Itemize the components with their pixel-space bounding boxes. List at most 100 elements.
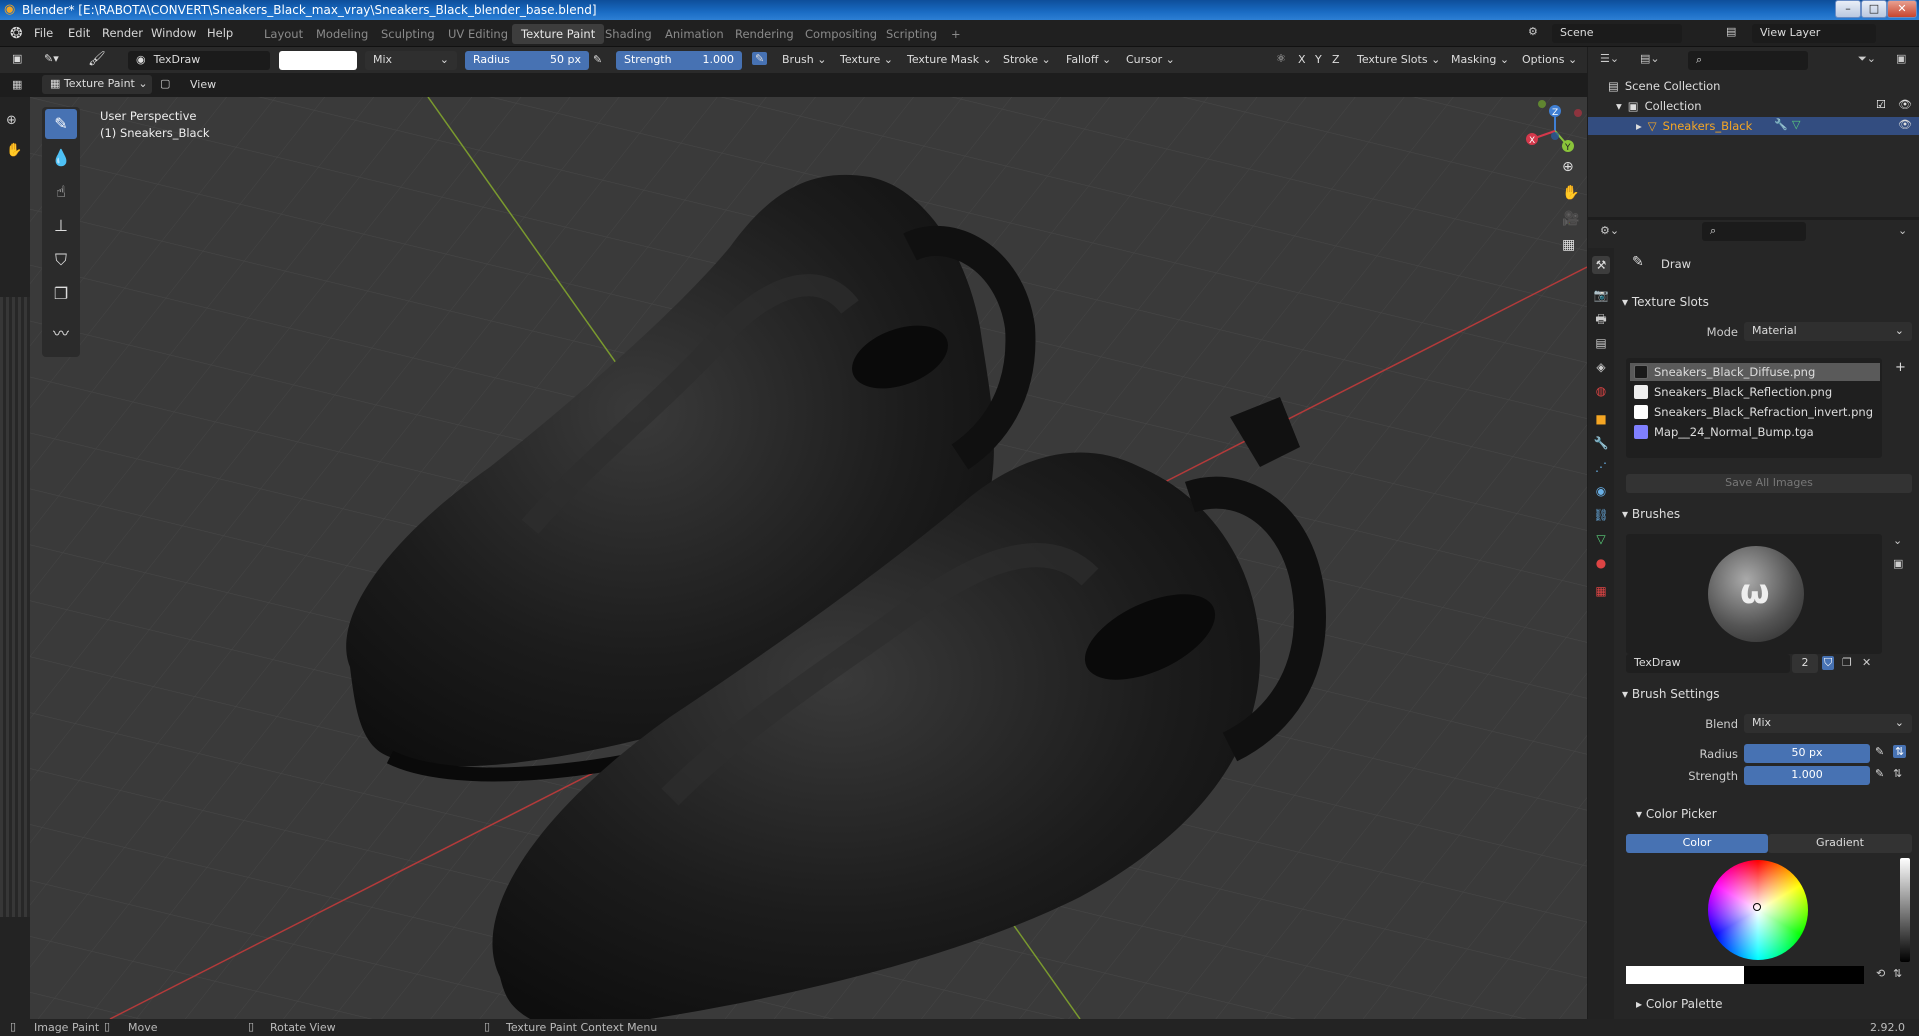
strength-slider[interactable]: Strength 1.000 (616, 51, 742, 70)
add-workspace-button[interactable]: + (942, 24, 970, 44)
brush-datablock-name[interactable]: TexDraw (1626, 654, 1790, 673)
zoom-icon[interactable]: ⊕ (6, 113, 17, 128)
tab-uv-editing[interactable]: UV Editing (439, 24, 517, 44)
mask-tool[interactable]: ❐ (45, 279, 77, 309)
mirror-x-toggle[interactable]: X (1298, 53, 1306, 66)
scene-tab-icon[interactable]: ◈ (1592, 358, 1610, 376)
secondary-color-swatch[interactable] (1744, 966, 1864, 984)
mirror-y-toggle[interactable]: Y (1315, 53, 1322, 66)
view-layer-icon[interactable]: ▤ (1726, 25, 1736, 38)
menu-help[interactable]: Help (207, 26, 233, 40)
blender-menu-icon[interactable]: ❂ (10, 24, 23, 42)
color-tab[interactable]: Color (1626, 834, 1768, 853)
filter-icon[interactable]: ⏷⌄ (1858, 52, 1876, 66)
tab-compositing[interactable]: Compositing (796, 24, 886, 44)
navigation-gizmo[interactable]: Z Y X (1510, 99, 1587, 169)
cursor-menu[interactable]: Cursor ⌄ (1126, 53, 1175, 66)
symmetry-icon[interactable]: ⚛ (1276, 52, 1286, 65)
color-palette-panel-header[interactable]: ▸ Color Palette (1636, 997, 1723, 1011)
pan-hand-icon[interactable]: ✋ (6, 143, 22, 158)
tab-sculpting[interactable]: Sculpting (372, 24, 444, 44)
output-tab-icon[interactable]: 🖶 (1592, 310, 1610, 328)
collection-visibility-icon[interactable]: 👁 (1898, 98, 1912, 111)
texture-slot-item[interactable]: Sneakers_Black_Refraction_invert.png (1630, 403, 1880, 421)
view-menu[interactable]: View (190, 78, 216, 91)
blend-dropdown[interactable]: Mix ⌄ (1744, 714, 1912, 733)
collapse-arrow-icon[interactable]: ▾ (1616, 99, 1622, 113)
color-wheel-cursor[interactable] (1753, 903, 1761, 911)
radius-field[interactable]: 50 px (1744, 744, 1870, 763)
strength-field[interactable]: 1.000 (1744, 766, 1870, 785)
object-tab-icon[interactable]: ■ (1592, 410, 1610, 428)
radius-pressure-toggle-icon[interactable]: ✎ (1875, 745, 1884, 758)
viewport-scene[interactable] (30, 97, 1587, 1019)
constraints-tab-icon[interactable]: ⛓ (1592, 506, 1610, 524)
brush-list-toggle-icon[interactable]: ⌄ (1893, 534, 1902, 547)
editor-type-icon[interactable]: ▣ (12, 52, 22, 65)
properties-editor-icon[interactable]: ⚙⌄ (1600, 224, 1619, 237)
render-tab-icon[interactable]: 📷 (1592, 286, 1610, 304)
masking-menu[interactable]: Masking ⌄ (1451, 53, 1509, 66)
texture-menu[interactable]: Texture ⌄ (840, 53, 893, 66)
save-all-images-button[interactable]: Save All Images (1626, 474, 1912, 493)
maximize-button[interactable]: □ (1861, 0, 1887, 18)
tool-settings-icon[interactable]: ✎▾ (44, 52, 59, 65)
soften-tool[interactable]: 💧 (45, 143, 77, 173)
texture-slot-item[interactable]: Map__24_Normal_Bump.tga (1630, 423, 1880, 441)
texture-mask-menu[interactable]: Texture Mask ⌄ (907, 53, 992, 66)
brush-image-icon[interactable]: ▣ (1893, 557, 1903, 570)
tab-animation[interactable]: Animation (656, 24, 733, 44)
outliner-editor-icon[interactable]: ☰⌄ (1600, 52, 1619, 65)
radius-slider[interactable]: Radius 50 px (465, 51, 589, 70)
zoom-view-icon[interactable]: ⊕ (1562, 159, 1574, 175)
data-tab-icon[interactable]: ▽ (1592, 530, 1610, 548)
brush-settings-panel-header[interactable]: ▾ Brush Settings (1622, 687, 1720, 701)
material-tab-icon[interactable]: ● (1592, 554, 1610, 572)
brush-name-field[interactable]: ◉ TexDraw (128, 51, 270, 70)
collection-exclude-checkbox[interactable]: ☑ (1876, 98, 1886, 111)
scene-selector[interactable]: Scene (1552, 24, 1682, 43)
smear-tool[interactable]: ☝ (45, 177, 77, 207)
duplicate-brush-icon[interactable]: ❐ (1842, 656, 1852, 669)
texture-slots-menu[interactable]: Texture Slots ⌄ (1357, 53, 1440, 66)
tab-rendering[interactable]: Rendering (726, 24, 803, 44)
menu-render[interactable]: Render (102, 26, 143, 40)
strength-pressure-icon[interactable]: ✎ (752, 52, 768, 65)
modifier-tab-icon[interactable]: 🔧 (1592, 434, 1610, 452)
color-swatch[interactable] (279, 51, 357, 70)
menu-file[interactable]: File (34, 26, 53, 40)
radius-pressure-icon[interactable]: ✎ (593, 53, 602, 66)
properties-options-icon[interactable]: ⌄ (1898, 224, 1907, 237)
object-visibility-icon[interactable]: 👁 (1898, 118, 1912, 131)
add-slot-icon[interactable]: + (1895, 360, 1906, 375)
tab-modeling[interactable]: Modeling (307, 24, 377, 44)
world-tab-icon[interactable]: ◍ (1592, 382, 1610, 400)
expand-arrow-icon[interactable]: ▸ (1636, 119, 1642, 133)
tab-layout[interactable]: Layout (255, 24, 312, 44)
mirror-z-toggle[interactable]: Z (1332, 53, 1340, 66)
draw-tool[interactable]: ✎ (45, 109, 77, 139)
outliner-search-input[interactable]: ⌕ (1688, 51, 1808, 70)
primary-color-swatch[interactable] (1626, 966, 1744, 984)
unlink-brush-icon[interactable]: ✕ (1862, 656, 1871, 669)
mask-toggle-icon[interactable]: ▢ (160, 77, 170, 90)
new-collection-icon[interactable]: ▣ (1896, 52, 1906, 65)
fake-user-shield-icon[interactable]: ⛉ (1822, 656, 1835, 670)
clone-tool[interactable]: ⊥ (45, 211, 77, 241)
texture-slot-item[interactable]: Sneakers_Black_Reflection.png (1630, 383, 1880, 401)
scene-icon[interactable]: ⚙ (1528, 25, 1538, 38)
color-pressure-icon[interactable]: ⇅ (1893, 967, 1902, 980)
tool-tab-icon[interactable]: ⚒ (1592, 256, 1610, 274)
strength-pressure-toggle-icon[interactable]: ✎ (1875, 767, 1884, 780)
physics-tab-icon[interactable]: ◉ (1592, 482, 1610, 500)
ortho-toggle-icon[interactable]: ▦ (1562, 237, 1575, 253)
view-layer-selector[interactable]: View Layer (1752, 24, 1876, 43)
collection-row[interactable]: ▾ ▣ Collection (1616, 97, 1702, 115)
camera-view-icon[interactable]: 🎥 (1562, 211, 1579, 227)
tab-texture-paint[interactable]: Texture Paint (512, 24, 605, 44)
annotate-tool[interactable]: 〰 (45, 319, 77, 349)
swap-colors-icon[interactable]: ⟲ (1876, 967, 1885, 980)
slot-mode-dropdown[interactable]: Material ⌄ (1744, 322, 1912, 341)
mode-dropdown[interactable]: ▦ Texture Paint ⌄ (42, 75, 152, 94)
blend-mode-dropdown[interactable]: Mix ⌄ (365, 51, 457, 70)
